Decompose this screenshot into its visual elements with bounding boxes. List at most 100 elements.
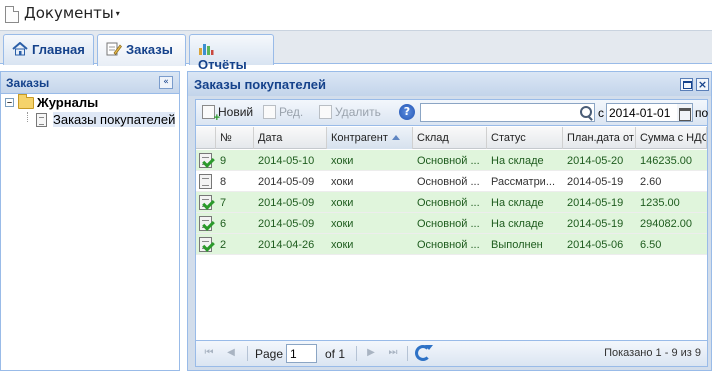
table-row[interactable]: 9 2014-05-10 хоки Основной ... На складе… [196, 150, 707, 171]
nav-panel-header: Заказы « [1, 72, 179, 94]
orders-toolbar: Новий Ред. Удалить ? с по [196, 100, 709, 126]
cell-status: На складе [491, 218, 544, 230]
chart-icon [198, 42, 214, 56]
edit-order-label: Ред. [279, 105, 304, 119]
cell-counterparty: хоки [331, 155, 354, 167]
cell-date: 2014-05-09 [258, 197, 315, 209]
cell-sum: 6.50 [640, 239, 662, 251]
orders-grid-panel: Новий Ред. Удалить ? с по № Дата Контраг… [195, 99, 708, 367]
order-document-icon [199, 174, 212, 189]
first-page-icon[interactable]: ⏮ [201, 346, 217, 360]
caret-down-icon: ▾ [115, 9, 120, 18]
cell-counterparty: хоки [331, 176, 354, 188]
column-header-sum[interactable]: Сумма с НДС [636, 127, 707, 149]
cell-sum: 146235.00 [640, 155, 692, 167]
display-info: Показано 1 - 9 из 9 [604, 347, 701, 359]
cell-warehouse: Основной ... [417, 218, 480, 230]
date-to-label: по [695, 106, 709, 120]
folder-open-icon [18, 94, 34, 109]
next-page-icon[interactable]: ▶ [363, 346, 379, 360]
page-number-field[interactable] [286, 344, 317, 363]
tab-home[interactable]: Главная [3, 34, 94, 65]
cell-counterparty: хоки [331, 239, 354, 251]
window-header: Заказы покупателей × [188, 72, 711, 96]
main-tabstrip: Главная Заказы Отчёты [0, 30, 712, 72]
cell-counterparty: хоки [331, 197, 354, 209]
grid-body: 9 2014-05-10 хоки Основной ... На складе… [196, 150, 707, 340]
cell-number: 9 [220, 155, 227, 167]
sort-ascending-icon [391, 135, 400, 140]
paging-toolbar: ⏮ ◀ Page of 1 ▶ ⏭ Показано 1 - 9 из 9 [196, 340, 707, 366]
collapse-left-icon[interactable]: « [159, 76, 173, 89]
new-order-button[interactable]: Новий [202, 105, 253, 124]
search-icon[interactable] [577, 103, 595, 122]
nav-panel-title: Заказы [6, 76, 50, 90]
edit-order-button[interactable]: Ред. [263, 105, 303, 121]
maximize-icon[interactable] [680, 78, 693, 91]
delete-order-label: Удалить [335, 105, 381, 119]
cell-date: 2014-04-26 [258, 239, 315, 251]
column-header-plan-date-label: План.дата от [567, 132, 634, 144]
cell-sum: 1235.00 [640, 197, 680, 209]
cell-status: На складе [491, 155, 544, 167]
close-icon[interactable]: × [696, 78, 709, 91]
cell-date: 2014-05-09 [258, 218, 315, 230]
app-menu[interactable]: Документы ▾ [24, 4, 120, 22]
column-header-counterparty-label: Контрагент [331, 132, 388, 144]
pager-separator [247, 346, 248, 361]
column-header-status-label: Статус [491, 132, 526, 144]
delete-order-button[interactable]: Удалить [319, 105, 381, 121]
refresh-icon[interactable] [415, 345, 433, 361]
customer-orders-window: Заказы покупателей × Новий Ред. Удалить … [187, 71, 712, 371]
window-title: Заказы покупателей [194, 77, 326, 92]
order-checked-icon [199, 237, 212, 252]
tab-home-label: Главная [32, 42, 85, 57]
cell-plan-date: 2014-05-19 [567, 197, 624, 209]
column-header-warehouse[interactable]: Склад [413, 127, 487, 149]
prev-page-icon[interactable]: ◀ [223, 346, 239, 360]
order-checked-icon [199, 216, 212, 231]
cell-warehouse: Основной ... [417, 197, 480, 209]
tree-node-customer-orders[interactable]: Заказы покупателей [1, 112, 179, 129]
tree-node-journals[interactable]: – Журналы [1, 94, 179, 112]
column-header-status[interactable]: Статус [487, 127, 563, 149]
cell-warehouse: Основной ... [417, 239, 480, 251]
orders-nav-panel: Заказы « – Журналы Заказы покупателей [0, 71, 180, 371]
order-checked-icon [199, 153, 212, 168]
column-header-warehouse-label: Склад [417, 132, 449, 144]
cell-counterparty: хоки [331, 218, 354, 230]
table-row[interactable]: 6 2014-05-09 хоки Основной ... На складе… [196, 213, 707, 234]
column-header-date[interactable]: Дата [254, 127, 327, 149]
column-header-number-label: № [220, 132, 232, 144]
tab-reports[interactable]: Отчёты [189, 34, 274, 72]
column-header-number[interactable]: № [216, 127, 254, 149]
column-header-date-label: Дата [258, 132, 283, 144]
home-icon [12, 41, 28, 56]
cell-status: Рассматри... [491, 176, 555, 188]
edit-icon [263, 105, 276, 119]
cell-sum: 2.60 [640, 176, 662, 188]
tab-orders[interactable]: Заказы [97, 34, 186, 66]
edit-document-icon [106, 42, 122, 56]
app-title-text: Документы [24, 4, 114, 22]
tab-orders-label: Заказы [126, 42, 173, 57]
cell-date: 2014-05-10 [258, 155, 315, 167]
cell-plan-date: 2014-05-19 [567, 218, 624, 230]
collapse-node-icon[interactable]: – [5, 98, 14, 107]
cell-plan-date: 2014-05-19 [567, 176, 624, 188]
table-row[interactable]: 8 2014-05-09 хоки Основной ... Рассматри… [196, 171, 707, 192]
tree-node-customer-orders-label: Заказы покупателей [53, 112, 176, 127]
calendar-icon[interactable] [677, 103, 693, 122]
help-icon[interactable]: ? [399, 104, 415, 120]
column-header-plan-date[interactable]: План.дата от [563, 127, 636, 149]
last-page-icon[interactable]: ⏭ [385, 346, 401, 360]
pager-separator [407, 346, 408, 361]
column-header-counterparty[interactable]: Контрагент [327, 127, 413, 149]
journals-tree: – Журналы Заказы покупателей [1, 94, 179, 129]
document-icon [5, 6, 19, 23]
table-row[interactable]: 2 2014-04-26 хоки Основной ... Выполнен … [196, 234, 707, 255]
date-from-field[interactable] [606, 103, 678, 122]
table-row[interactable]: 7 2014-05-09 хоки Основной ... На складе… [196, 192, 707, 213]
search-input[interactable] [420, 103, 578, 122]
page-label: Page [255, 347, 284, 361]
